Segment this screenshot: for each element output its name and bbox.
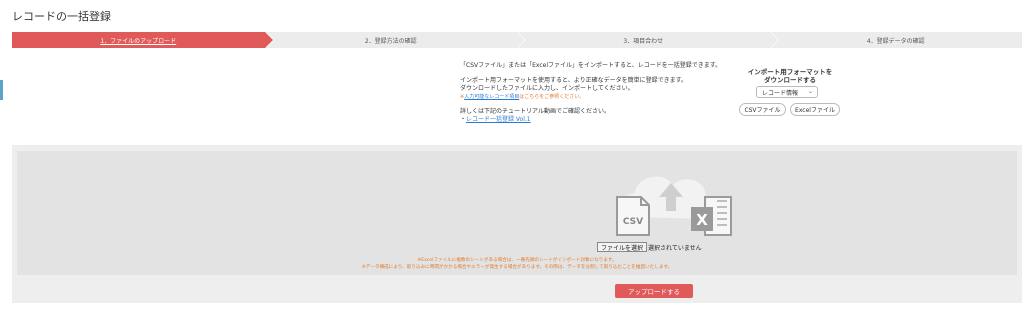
format-download-heading: インポート用フォーマットを ダウンロードする bbox=[747, 68, 833, 84]
instructions-intro: 「CSVファイル」または「Excelファイル」をインポートすると、レコードを一括… bbox=[460, 62, 722, 69]
tutorial-item: ・レコード一括登録 Vol.1 bbox=[460, 116, 531, 123]
csv-download-button[interactable]: CSVファイル bbox=[739, 103, 786, 116]
upload-submit-button[interactable]: アップロードする bbox=[615, 284, 693, 298]
step-upload: 1．ファイルのアップロード bbox=[12, 32, 274, 48]
step-mapping-label: 3．項目合わせ bbox=[623, 37, 664, 45]
instructions-note: ※入力可能なレコード項目はこちらをご参照ください。 bbox=[460, 94, 585, 100]
instructions: 「CSVファイル」または「Excelファイル」をインポートすると、レコードを一括… bbox=[460, 62, 760, 124]
step-mapping: 3．項目合わせ bbox=[517, 32, 779, 48]
svg-text:CSV: CSV bbox=[623, 217, 643, 227]
step-method-label: 2．登録方法の確認 bbox=[364, 37, 417, 45]
excel-download-button[interactable]: Excelファイル bbox=[790, 103, 840, 116]
step-upload-label: 1．ファイルのアップロード bbox=[100, 37, 177, 45]
record-fields-link[interactable]: 入力可能なレコード項目 bbox=[464, 94, 519, 100]
step-method: 2．登録方法の確認 bbox=[264, 32, 526, 48]
csv-file-icon: CSV bbox=[616, 196, 650, 236]
file-dropzone[interactable]: CSV X ファイルを選択 選択されていません ※Excelファイルに複数のシー… bbox=[17, 151, 1017, 275]
upload-panel: CSV X ファイルを選択 選択されていません ※Excelファイルに複数のシー… bbox=[12, 145, 1022, 303]
step-arrow bbox=[264, 32, 273, 48]
chevron-down-icon: ⌄ bbox=[807, 88, 813, 95]
upload-illustration-icon: CSV X bbox=[616, 176, 732, 236]
step-confirm: 4．登録データの確認 bbox=[769, 32, 1022, 48]
tutorial-link[interactable]: レコード一括登録 Vol.1 bbox=[466, 116, 531, 123]
svg-text:X: X bbox=[696, 211, 708, 229]
file-status-text: 選択されていません bbox=[648, 245, 702, 252]
step-confirm-label: 4．登録データの確認 bbox=[866, 37, 925, 45]
stepper: 1．ファイルのアップロード 2．登録方法の確認 3．項目合わせ 4．登録データの… bbox=[12, 32, 1022, 48]
step-arrow bbox=[517, 32, 525, 48]
excel-sheet-warning: ※Excelファイルに複数のシートがある場合は、一番先頭のシートがインポート対象… bbox=[417, 258, 617, 263]
choose-file-button[interactable]: ファイルを選択 bbox=[597, 242, 648, 252]
data-size-warning: ※データ構成により、取り込みに時間がかかる場合やエラーが発生する場合があります。… bbox=[361, 265, 673, 270]
instructions-download-line: ダウンロードしたファイルに入力し、インポートしてください。 bbox=[460, 85, 634, 92]
page-title: レコードの一括登録 bbox=[12, 10, 111, 23]
format-type-select[interactable]: レコード情報 ⌄ bbox=[756, 86, 818, 98]
instructions-format-line: インポート用フォーマットを使用すると、より正確なデータを簡単に登録できます。 bbox=[460, 77, 688, 84]
tutorial-text: 詳しくは下記のチュートリアル動画でご確認ください。 bbox=[460, 108, 610, 115]
left-edge-indicator bbox=[0, 80, 3, 100]
step-arrow bbox=[769, 32, 778, 48]
